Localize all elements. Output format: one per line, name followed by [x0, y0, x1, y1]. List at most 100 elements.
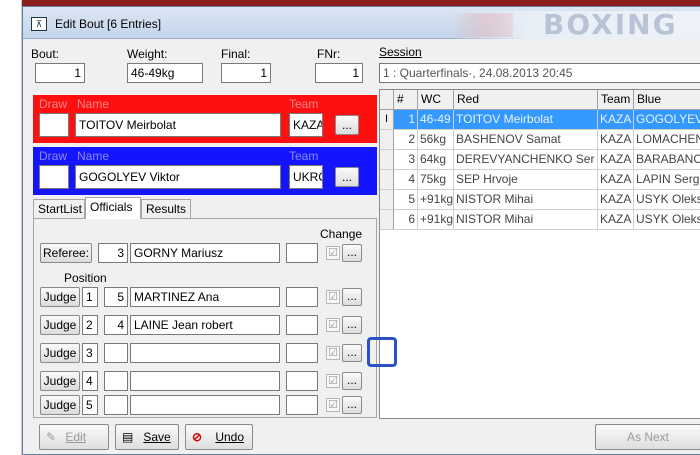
table-row-cell-blue[interactable]: USYK Oleks [634, 210, 700, 230]
grid-header-wc[interactable]: WC [418, 90, 454, 110]
table-row-cell-team[interactable]: KAZA [598, 170, 634, 190]
table-row-cell-num[interactable]: 6 [394, 210, 418, 230]
table-row-cell-num[interactable]: 1 [394, 110, 418, 130]
session-field[interactable]: 1 : Quarterfinals·, 24.08.2013 20:45 [379, 63, 700, 83]
judge-number-field[interactable]: 4 [104, 315, 128, 335]
blue-draw-field[interactable] [39, 165, 69, 189]
table-row-cell-wc[interactable]: +91kg [418, 190, 454, 210]
table-row-cell-num[interactable]: 3 [394, 150, 418, 170]
judge-position-field[interactable]: 2 [82, 315, 98, 335]
judge-change-field[interactable] [286, 343, 318, 363]
judge-change-field[interactable] [286, 371, 318, 391]
judge-change-checkbox[interactable]: ☑ [326, 374, 340, 388]
blue-select-button[interactable]: ... [335, 167, 359, 187]
judge-name-field[interactable]: LAINE Jean robert [130, 315, 280, 335]
undo-button[interactable]: ⊘ Undo [185, 424, 253, 450]
red-name-field[interactable]: TOITOV Meirbolat [75, 113, 281, 137]
weight-field[interactable]: 46-49kg [127, 63, 203, 83]
judge-button[interactable]: Judge [40, 287, 80, 307]
judge-position-field[interactable]: 4 [82, 371, 98, 391]
judge-change-checkbox[interactable]: ☑ [326, 398, 340, 412]
judge-number-field[interactable] [104, 371, 128, 391]
judge-number-field[interactable]: 5 [104, 287, 128, 307]
red-draw-field[interactable] [39, 113, 69, 137]
table-row-cell-blue[interactable]: GOGOLYEV [634, 110, 700, 130]
referee-change-checkbox[interactable]: ☑ [326, 246, 340, 260]
table-row-cell-wc[interactable]: 46-49 [418, 110, 454, 130]
referee-button[interactable]: Referee: [40, 243, 92, 263]
judge-change-field[interactable] [286, 395, 318, 415]
judge-name-field[interactable]: MARTINEZ Ana [130, 287, 280, 307]
grid-header-blue[interactable]: Blue [634, 90, 700, 110]
referee-name-field[interactable]: GORNY Mariusz [130, 243, 280, 263]
grid-header-team[interactable]: Team [598, 90, 634, 110]
table-row-cell-red[interactable]: NISTOR Mihai [454, 210, 598, 230]
table-row-cell-blue[interactable]: LOMACHEN [634, 130, 700, 150]
judge-name-field[interactable] [130, 371, 280, 391]
table-row-cell-num[interactable]: 2 [394, 130, 418, 150]
blue-team-field[interactable]: UKRO [289, 165, 323, 189]
judge-button[interactable]: Judge [40, 395, 80, 415]
table-row-cell-num[interactable]: 5 [394, 190, 418, 210]
judge-select-button[interactable]: ... [342, 288, 362, 306]
table-row-cell-wc[interactable]: 56kg [418, 130, 454, 150]
judge-number-field[interactable] [104, 343, 128, 363]
referee-number-field[interactable]: 3 [98, 243, 128, 263]
red-team-field[interactable]: KAZA [289, 113, 323, 137]
as-next-button[interactable]: As Next [595, 424, 700, 450]
table-row-cell-blue[interactable]: USYK Oleks [634, 190, 700, 210]
referee-select-button[interactable]: ... [342, 244, 362, 262]
judge-button[interactable]: Judge [40, 371, 80, 391]
judge-change-checkbox[interactable]: ☑ [326, 290, 340, 304]
judge-change-field[interactable] [286, 287, 318, 307]
table-row-cell-red[interactable]: DEREVYANCHENKO Ser [454, 150, 598, 170]
judge-name-field[interactable] [130, 395, 280, 415]
tab-startlist[interactable]: StartList [33, 199, 85, 219]
judge-row: Judge 3 ☑ ... [34, 341, 374, 369]
table-row-cell-red[interactable]: SEP Hrvoje [454, 170, 598, 190]
judge-name-field[interactable] [130, 343, 280, 363]
final-label: Final: [221, 47, 251, 61]
table-row-cell-blue[interactable]: LAPIN Serg [634, 170, 700, 190]
red-select-button[interactable]: ... [335, 115, 359, 135]
judge-select-button[interactable]: ... [342, 344, 362, 362]
judge-button[interactable]: Judge [40, 315, 80, 335]
red-draw-label: Draw [39, 97, 68, 111]
table-row-cell-num[interactable]: 4 [394, 170, 418, 190]
bout-field[interactable]: 1 [35, 63, 85, 83]
table-row-cell-red[interactable]: NISTOR Mihai [454, 190, 598, 210]
tab-officials[interactable]: Officials [85, 197, 141, 219]
final-field[interactable]: 1 [221, 63, 271, 83]
judge-select-button[interactable]: ... [342, 396, 362, 414]
table-row-cell-team[interactable]: KAZA [598, 210, 634, 230]
grid-header-num[interactable]: # [394, 90, 418, 110]
judge-position-field[interactable]: 1 [82, 287, 98, 307]
grid-header-red[interactable]: Red [454, 90, 598, 110]
table-row-cell-red[interactable]: BASHENOV Samat [454, 130, 598, 150]
table-row-cell-team[interactable]: KAZA [598, 150, 634, 170]
judge-position-field[interactable]: 3 [82, 343, 98, 363]
blue-name-field[interactable]: GOGOLYEV Viktor [75, 165, 281, 189]
table-row-cell-team[interactable]: KAZA [598, 130, 634, 150]
judge-position-field[interactable]: 5 [82, 395, 98, 415]
table-row-cell-wc[interactable]: 75kg [418, 170, 454, 190]
judge-change-field[interactable] [286, 315, 318, 335]
fnr-field[interactable]: 1 [315, 63, 363, 83]
table-row-cell-wc[interactable]: +91kg [418, 210, 454, 230]
judge-button[interactable]: Judge [40, 343, 80, 363]
table-row-cell-red[interactable]: TOITOV Meirbolat [454, 110, 598, 130]
tab-results[interactable]: Results [141, 199, 191, 219]
edit-button[interactable]: ✎ Edit [39, 424, 109, 450]
referee-change-field[interactable] [286, 243, 318, 263]
save-button[interactable]: ▤ Save [115, 424, 179, 450]
judge-change-checkbox[interactable]: ☑ [326, 346, 340, 360]
judge-select-button[interactable]: ... [342, 372, 362, 390]
table-row-cell-wc[interactable]: 64kg [418, 150, 454, 170]
table-row-cell-team[interactable]: KAZA [598, 110, 634, 130]
table-row-cell-blue[interactable]: BARABANO [634, 150, 700, 170]
judge-number-field[interactable] [104, 395, 128, 415]
table-row-cell-team[interactable]: KAZA [598, 190, 634, 210]
edit-label: Edit [65, 430, 87, 444]
judge-change-checkbox[interactable]: ☑ [326, 318, 340, 332]
judge-select-button[interactable]: ... [342, 316, 362, 334]
